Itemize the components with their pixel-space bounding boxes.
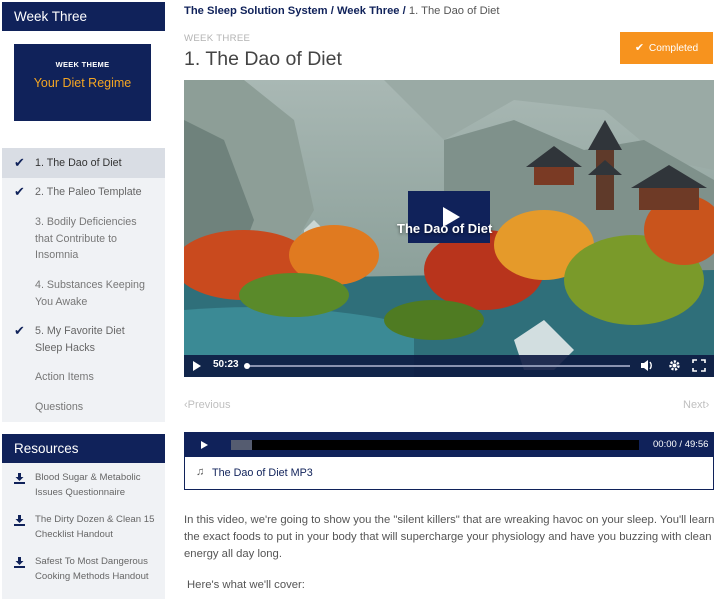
next-link[interactable]: Next› — [683, 399, 709, 411]
breadcrumb-separator: / — [399, 5, 409, 17]
next-label: Next — [683, 399, 706, 411]
breadcrumb-course-link[interactable]: The Sleep Solution System — [184, 5, 328, 17]
resources-heading: Resources — [2, 434, 165, 463]
completed-label: Completed — [648, 43, 699, 54]
lesson-item-diet-sleep-hacks[interactable]: ✔ 5. My Favorite Diet Sleep Hacks — [2, 323, 165, 356]
lesson-label: 1. The Dao of Diet — [35, 157, 122, 169]
resource-label: Blood Sugar & Metabolic Issues Questionn… — [35, 472, 141, 498]
music-note-icon: ♫ — [196, 466, 205, 478]
video-progress-track[interactable] — [246, 365, 630, 367]
download-icon — [14, 471, 35, 500]
check-icon: ✔ — [14, 323, 25, 338]
resource-item-blood-sugar[interactable]: Blood Sugar & Metabolic Issues Questionn… — [14, 471, 162, 500]
lesson-item-paleo-template[interactable]: ✔ 2. The Paleo Template — [2, 184, 165, 201]
audio-buffer-bar — [231, 440, 252, 450]
lesson-list: ✔ 1. The Dao of Diet ✔ 2. The Paleo Temp… — [2, 148, 165, 422]
breadcrumb: The Sleep Solution System / Week Three /… — [184, 5, 499, 17]
settings-gear-icon[interactable] — [668, 359, 681, 372]
lesson-label: 4. Substances Keeping You Awake — [35, 279, 145, 308]
page-title: 1. The Dao of Diet — [184, 48, 342, 70]
lesson-label: 3. Bodily Deficiencies that Contribute t… — [35, 216, 137, 261]
audio-file-name[interactable]: The Dao of Diet MP3 — [212, 467, 313, 479]
play-icon[interactable] — [192, 360, 202, 372]
breadcrumb-current: 1. The Dao of Diet — [408, 5, 500, 17]
lesson-item-dao-of-diet[interactable]: ✔ 1. The Dao of Diet — [2, 148, 165, 178]
week-theme-label: WEEK THEME — [55, 60, 110, 69]
check-icon: ✔ — [14, 155, 25, 170]
check-icon: ✔ — [634, 42, 645, 54]
video-overlay-title: The Dao of Diet — [397, 221, 493, 236]
audio-file-row[interactable]: ♫ The Dao of Diet MP3 — [184, 457, 714, 490]
resource-label: The Dirty Dozen & Clean 15 Checklist Han… — [35, 514, 155, 540]
volume-icon[interactable] — [640, 359, 654, 372]
video-progress-handle[interactable] — [244, 363, 250, 369]
video-duration: 50:23 — [213, 359, 239, 370]
week-theme-title: Your Diet Regime — [33, 76, 132, 90]
fullscreen-icon[interactable] — [692, 359, 706, 372]
resource-list: Blood Sugar & Metabolic Issues Questionn… — [2, 463, 165, 599]
cover-heading: Here's what we'll cover: — [187, 579, 305, 591]
audio-progress-track[interactable] — [231, 440, 639, 450]
audio-player: 00:00 / 49:56 — [184, 432, 714, 457]
lesson-description: In this video, we're going to show you t… — [184, 514, 715, 560]
video-controls: 50:23 — [184, 355, 714, 377]
course-sidebar: Week Three WEEK THEME Your Diet Regime ✔… — [0, 0, 165, 599]
download-icon — [14, 555, 35, 584]
lesson-item-substances[interactable]: 4. Substances Keeping You Awake — [2, 277, 165, 310]
previous-label: Previous — [187, 399, 231, 411]
resource-item-dirty-dozen[interactable]: The Dirty Dozen & Clean 15 Checklist Han… — [14, 513, 162, 542]
breadcrumb-week-link[interactable]: Week Three — [337, 5, 400, 17]
resource-label: Safest To Most Dangerous Cooking Methods… — [35, 556, 149, 582]
previous-link[interactable]: ‹Previous — [184, 399, 230, 411]
week-theme-banner: WEEK THEME Your Diet Regime — [14, 44, 151, 121]
lesson-item-bodily-deficiencies[interactable]: 3. Bodily Deficiencies that Contribute t… — [2, 214, 165, 264]
check-icon: ✔ — [14, 184, 25, 199]
lesson-item-action-items[interactable]: Action Items — [2, 369, 165, 386]
lesson-label: Questions — [35, 401, 84, 413]
video-player[interactable]: The Dao of Diet 50:23 — [184, 80, 714, 377]
audio-time: 00:00 / 49:56 — [653, 439, 709, 450]
week-heading: Week Three — [2, 2, 165, 31]
download-icon — [14, 513, 35, 542]
lesson-label: 2. The Paleo Template — [35, 186, 142, 198]
week-label: WEEK THREE — [184, 33, 251, 44]
lesson-item-questions[interactable]: Questions — [2, 399, 165, 416]
breadcrumb-separator: / — [327, 5, 337, 17]
lesson-label: Action Items — [35, 371, 94, 383]
play-icon[interactable] — [200, 440, 209, 450]
completed-button[interactable]: ✔ Completed — [620, 32, 713, 64]
lesson-label: 5. My Favorite Diet Sleep Hacks — [35, 325, 125, 354]
resource-item-cooking-methods[interactable]: Safest To Most Dangerous Cooking Methods… — [14, 555, 162, 584]
